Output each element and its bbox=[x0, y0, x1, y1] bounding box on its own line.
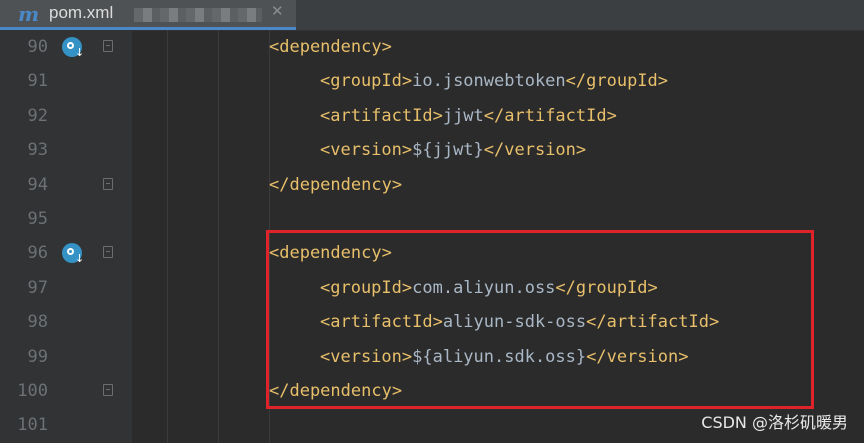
fold-marker-icon[interactable] bbox=[103, 177, 113, 190]
line-number: 90 bbox=[27, 37, 48, 57]
code-line[interactable]: 93 <version>${jjwt}</version> bbox=[0, 133, 864, 167]
blurred-path bbox=[134, 8, 262, 22]
xml-close-tag: </artifactId> bbox=[483, 105, 617, 126]
code-text: </dependency> bbox=[269, 168, 402, 202]
xml-close-tag: </groupId> bbox=[565, 71, 669, 92]
line-number: 97 bbox=[27, 277, 48, 298]
line-number: 99 bbox=[27, 346, 48, 367]
xml-value: io.jsonwebtoken bbox=[412, 71, 566, 92]
code-line[interactable]: 90 ↓ <dependency> bbox=[0, 30, 864, 64]
code-line[interactable]: 91 <groupId>io.jsonwebtoken</groupId> bbox=[0, 64, 864, 98]
line-number: 91 bbox=[27, 71, 48, 92]
line-number: 95 bbox=[27, 209, 48, 229]
watermark: CSDN @洛杉矶暖男 bbox=[701, 413, 848, 432]
line-number: 96 bbox=[27, 243, 48, 264]
code-line[interactable]: 94 </dependency> bbox=[0, 168, 864, 202]
fold-marker-icon[interactable] bbox=[103, 246, 113, 259]
xml-open-tag: <version> bbox=[320, 140, 413, 161]
xml-close-tag: </version> bbox=[483, 140, 587, 161]
line-number: 92 bbox=[27, 105, 48, 126]
code-text: <artifactId>jjwt</artifactId> bbox=[320, 99, 617, 133]
code-text: <version>${jjwt}</version> bbox=[320, 133, 586, 167]
line-number: 98 bbox=[27, 312, 48, 333]
code-line[interactable]: 92 <artifactId>jjwt</artifactId> bbox=[0, 99, 864, 133]
fold-marker-icon[interactable] bbox=[103, 384, 113, 396]
xml-open-tag: </dependency> bbox=[269, 174, 403, 195]
run-gutter-icon[interactable]: ↓ bbox=[62, 37, 84, 58]
close-icon[interactable]: ✕ bbox=[271, 2, 284, 20]
run-gutter-icon[interactable]: ↓ bbox=[62, 243, 84, 264]
annotation-highlight-box bbox=[266, 230, 814, 409]
code-text: <dependency> bbox=[269, 30, 392, 64]
code-text: <groupId>io.jsonwebtoken</groupId> bbox=[320, 64, 668, 98]
xml-open-tag: <artifactId> bbox=[320, 105, 443, 126]
line-number: 94 bbox=[27, 174, 48, 195]
line-number: 100 bbox=[17, 381, 48, 401]
xml-open-tag: <dependency> bbox=[269, 37, 392, 57]
tab-file-name: pom.xml bbox=[49, 3, 114, 22]
line-number: 101 bbox=[17, 415, 48, 436]
tab-pom-xml[interactable]: m pom.xml ✕ bbox=[0, 0, 296, 30]
maven-m-icon: m bbox=[18, 2, 40, 26]
xml-value: ${jjwt} bbox=[412, 140, 484, 161]
line-number: 93 bbox=[27, 140, 48, 161]
editor-tab-bar: m pom.xml ✕ bbox=[0, 0, 864, 31]
fold-marker-icon[interactable] bbox=[103, 40, 113, 52]
xml-open-tag: <groupId> bbox=[320, 71, 413, 92]
xml-value: jjwt bbox=[442, 105, 484, 126]
